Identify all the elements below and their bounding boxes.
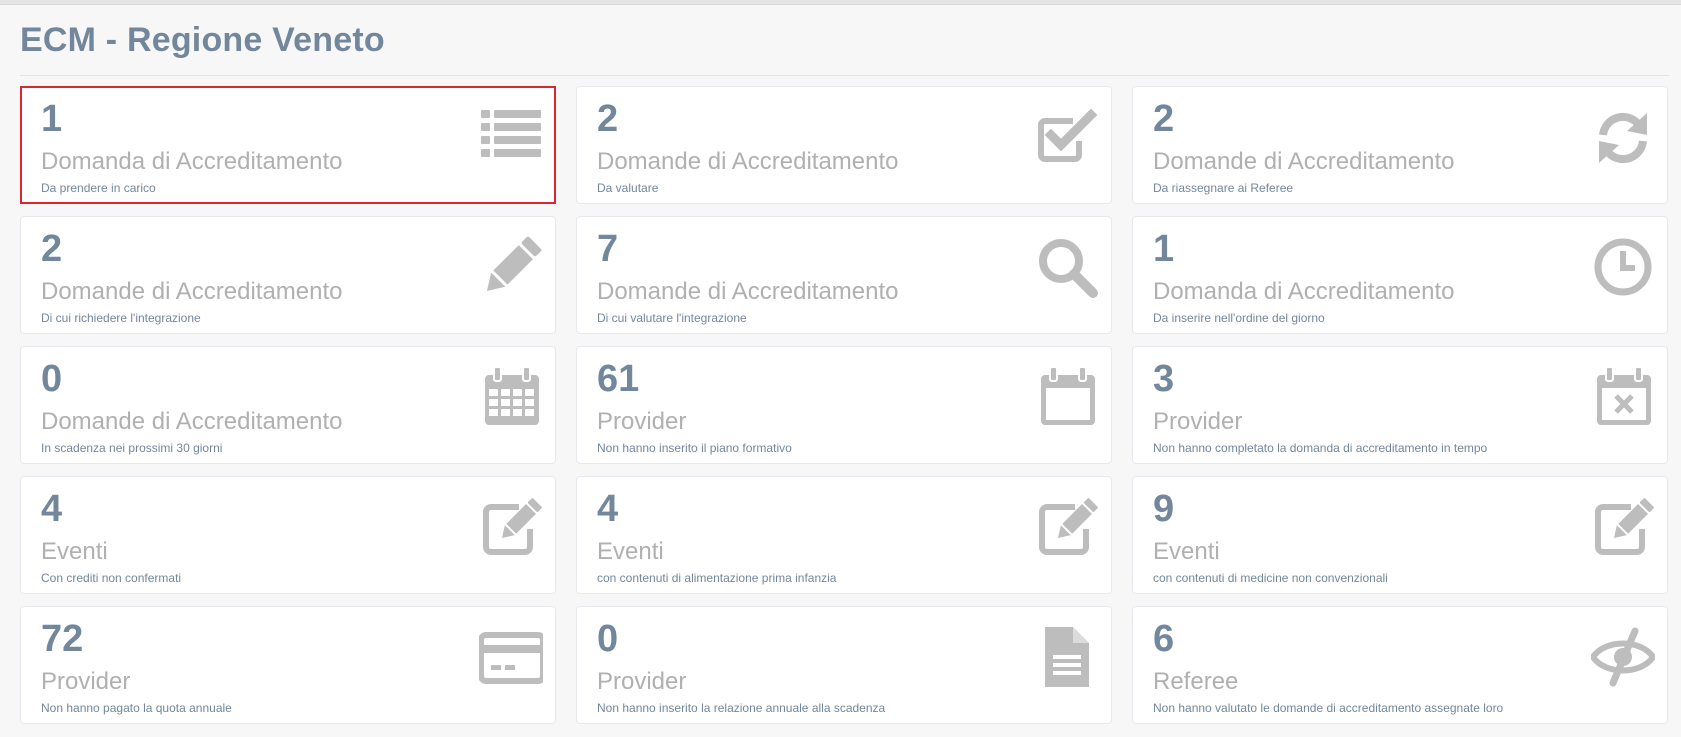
tile-label: Domande di Accreditamento <box>41 408 343 435</box>
tile-domande-da-riassegnare[interactable]: 2 Domande di Accreditamento Da riassegna… <box>1132 86 1668 204</box>
tile-label: Eventi <box>597 538 664 565</box>
tile-count: 9 <box>1153 488 1175 530</box>
page-title: ECM - Regione Veneto <box>20 21 385 59</box>
tile-eventi-alimentazione-infanzia[interactable]: 4 Eventi con contenuti di alimentazione … <box>576 476 1112 594</box>
tile-label: Provider <box>597 668 687 695</box>
tile-label: Eventi <box>41 538 108 565</box>
tile-description: Non hanno inserito il piano formativo <box>597 441 792 455</box>
tile-description: Da valutare <box>597 181 659 195</box>
tile-count: 3 <box>1153 358 1175 400</box>
edit-square-icon <box>1591 495 1655 559</box>
tile-count: 1 <box>1153 228 1175 270</box>
tile-provider-domanda-non-completata[interactable]: 3 Provider Non hanno completato la doman… <box>1132 346 1668 464</box>
tile-domande-in-scadenza[interactable]: 0 Domande di Accreditamento In scadenza … <box>20 346 556 464</box>
tile-description: con contenuti di alimentazione prima inf… <box>597 571 837 585</box>
tile-label: Domande di Accreditamento <box>597 278 899 305</box>
tile-count: 0 <box>597 618 619 660</box>
tile-provider-relazione-annuale[interactable]: 0 Provider Non hanno inserito la relazio… <box>576 606 1112 724</box>
tile-domande-da-prendere-in-carico[interactable]: 1 Domanda di Accreditamento Da prendere … <box>20 86 556 204</box>
edit-square-icon <box>479 495 543 559</box>
tile-description: Di cui valutare l'integrazione <box>597 311 747 325</box>
tile-label: Domanda di Accreditamento <box>1153 278 1455 305</box>
tile-description: con contenuti di medicine non convenzion… <box>1153 571 1388 585</box>
tile-label: Domande di Accreditamento <box>1153 148 1455 175</box>
tile-label: Domande di Accreditamento <box>41 278 343 305</box>
tile-count: 1 <box>41 98 63 140</box>
search-icon <box>1035 235 1099 299</box>
tile-count: 4 <box>41 488 63 530</box>
list-icon <box>479 105 543 169</box>
tile-description: Con crediti non confermati <box>41 571 182 585</box>
tile-count: 2 <box>597 98 619 140</box>
tile-label: Referee <box>1153 668 1239 695</box>
tile-label: Domanda di Accreditamento <box>41 148 343 175</box>
tile-description: Non hanno inserito la relazione annuale … <box>597 701 886 715</box>
document-icon <box>1035 625 1099 689</box>
refresh-icon <box>1591 105 1655 169</box>
tile-referee-non-valutato[interactable]: 6 Referee Non hanno valutato le domande … <box>1132 606 1668 724</box>
tile-description: Da inserire nell'ordine del giorno <box>1153 311 1325 325</box>
tile-label: Eventi <box>1153 538 1220 565</box>
tile-count: 72 <box>41 618 84 660</box>
tile-description: Da prendere in carico <box>41 181 156 195</box>
tile-count: 7 <box>597 228 619 270</box>
tile-description: Da riassegnare ai Referee <box>1153 181 1294 195</box>
tile-description: In scadenza nei prossimi 30 giorni <box>41 441 223 455</box>
tile-domanda-ordine-del-giorno[interactable]: 1 Domanda di Accreditamento Da inserire … <box>1132 216 1668 334</box>
check-square-icon <box>1035 105 1099 169</box>
credit-card-icon <box>479 625 543 689</box>
edit-square-icon <box>1035 495 1099 559</box>
tile-count: 61 <box>597 358 640 400</box>
calendar-x-icon <box>1591 365 1655 429</box>
tile-domande-da-valutare[interactable]: 2 Domande di Accreditamento Da valutare <box>576 86 1112 204</box>
tile-eventi-crediti-non-confermati[interactable]: 4 Eventi Con crediti non confermati <box>20 476 556 594</box>
tile-count: 6 <box>1153 618 1175 660</box>
clock-icon <box>1591 235 1655 299</box>
tile-eventi-medicine-non-convenzionali[interactable]: 9 Eventi con contenuti di medicine non c… <box>1132 476 1668 594</box>
tile-description: Di cui richiedere l'integrazione <box>41 311 201 325</box>
tile-label: Provider <box>1153 408 1243 435</box>
tile-label: Domande di Accreditamento <box>597 148 899 175</box>
tile-grid: 1 Domanda di Accreditamento Da prendere … <box>20 86 1670 724</box>
tile-count: 2 <box>1153 98 1175 140</box>
pencil-icon <box>479 235 543 299</box>
calendar-blank-icon <box>1035 365 1099 429</box>
tile-count: 4 <box>597 488 619 530</box>
tile-domande-valutare-integrazione[interactable]: 7 Domande di Accreditamento Di cui valut… <box>576 216 1112 334</box>
eye-slash-icon <box>1591 625 1655 689</box>
tile-description: Non hanno valutato le domande di accredi… <box>1153 701 1504 715</box>
tile-label: Provider <box>41 668 131 695</box>
tile-domande-richiedere-integrazione[interactable]: 2 Domande di Accreditamento Di cui richi… <box>20 216 556 334</box>
tile-label: Provider <box>597 408 687 435</box>
title-divider <box>20 75 1669 76</box>
tile-description: Non hanno pagato la quota annuale <box>41 701 232 715</box>
tile-description: Non hanno completato la domanda di accre… <box>1153 441 1488 455</box>
calendar-grid-icon <box>479 365 543 429</box>
tile-count: 2 <box>41 228 63 270</box>
tile-provider-quota-annuale[interactable]: 72 Provider Non hanno pagato la quota an… <box>20 606 556 724</box>
tile-count: 0 <box>41 358 63 400</box>
top-bar <box>0 0 1681 5</box>
tile-provider-piano-formativo[interactable]: 61 Provider Non hanno inserito il piano … <box>576 346 1112 464</box>
